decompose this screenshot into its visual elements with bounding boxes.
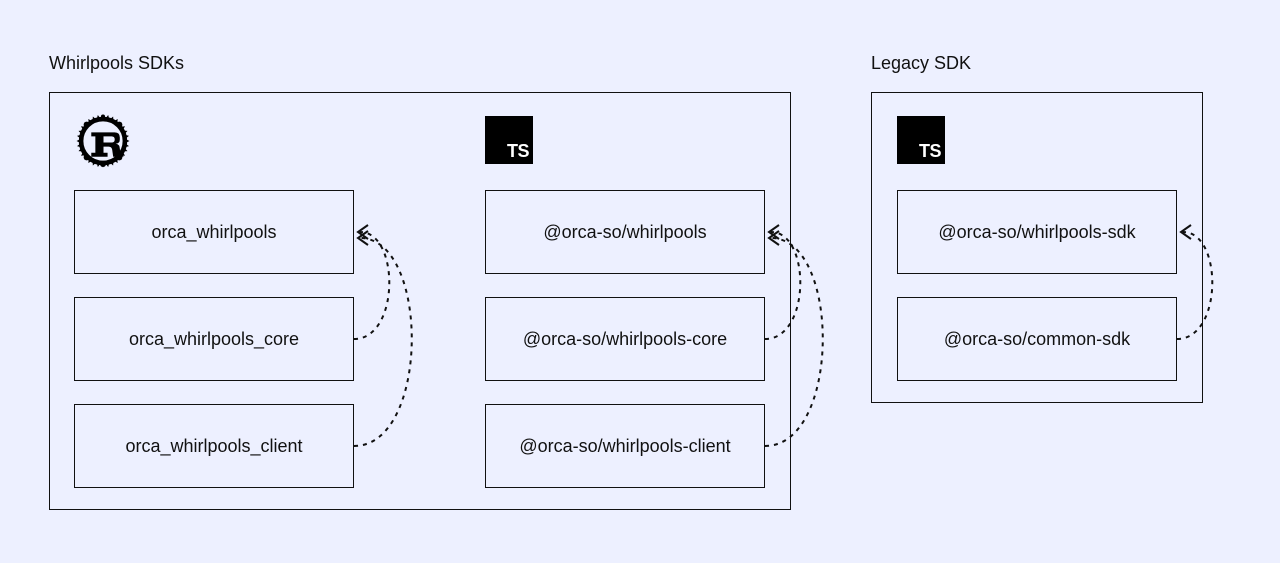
package-box: orca_whirlpools_client xyxy=(74,404,354,488)
package-box: @orca-so/whirlpools-core xyxy=(485,297,765,381)
typescript-icon: TS xyxy=(897,116,945,164)
package-box: @orca-so/whirlpools xyxy=(485,190,765,274)
package-box: orca_whirlpools xyxy=(74,190,354,274)
package-box: @orca-so/whirlpools-client xyxy=(485,404,765,488)
group-title-legacy: Legacy SDK xyxy=(871,53,971,74)
typescript-icon: TS xyxy=(485,116,533,164)
package-box: @orca-so/common-sdk xyxy=(897,297,1177,381)
package-box: @orca-so/whirlpools-sdk xyxy=(897,190,1177,274)
package-box: orca_whirlpools_core xyxy=(74,297,354,381)
sdk-architecture-diagram: Whirlpools SDKs Legacy SDK xyxy=(0,0,1280,563)
rust-icon xyxy=(76,114,130,168)
group-title-whirlpools: Whirlpools SDKs xyxy=(49,53,184,74)
